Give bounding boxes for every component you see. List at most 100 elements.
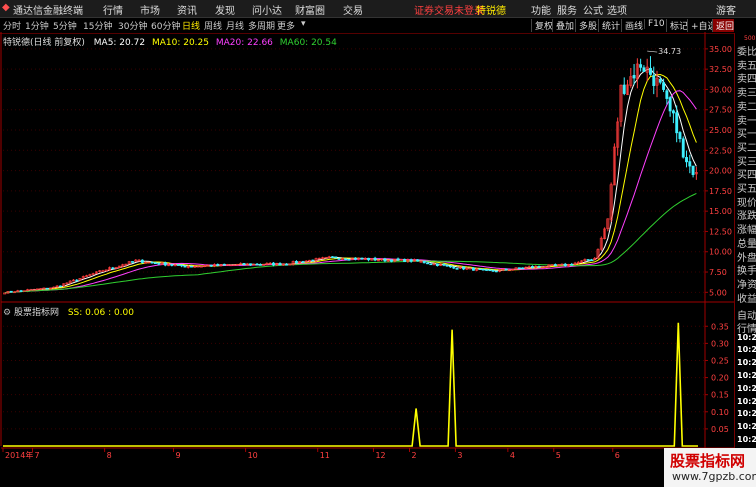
candle-body xyxy=(521,267,525,270)
candle-body xyxy=(442,264,446,266)
watermark: 股票指标网 www.7gpzb.com xyxy=(664,448,756,487)
indicator-tick-label: 0.20 xyxy=(711,374,729,383)
candle-body xyxy=(685,157,688,163)
candle-body xyxy=(183,265,187,268)
candle-body xyxy=(45,287,49,290)
side-lower-item-5: 10:26 xyxy=(737,371,756,380)
candle-body xyxy=(590,259,593,262)
candle-body xyxy=(353,257,357,260)
candle-body xyxy=(163,262,167,266)
candle-body xyxy=(301,261,305,263)
quote-side-panel: 500 委比 卖五 卖四 卖三 卖二 卖一 买一 买二 买三 买四 买五 现价 涨跌 涨幅 总量 外盘 换手 净资… xyxy=(734,33,756,457)
price-tick-label: 25.00 xyxy=(709,126,732,135)
side-item-18: 收益 xyxy=(737,293,756,305)
candle-body xyxy=(416,259,420,262)
side-lower-item-10: 10:26 xyxy=(737,435,756,444)
side-lower-item-6: 10:26 xyxy=(737,383,756,393)
candle-body xyxy=(563,263,567,266)
candle-body xyxy=(140,259,144,263)
candle-body xyxy=(435,263,439,267)
candle-body xyxy=(58,285,62,288)
candle-body xyxy=(3,292,7,295)
candle-body xyxy=(403,258,407,262)
side-lower-item-9: 10:26 xyxy=(737,422,756,432)
candle-body xyxy=(678,132,682,139)
price-tick-label: 32.50 xyxy=(709,65,732,74)
price-tick-label: 22.50 xyxy=(709,146,732,155)
candle-body xyxy=(681,138,685,158)
max-price-pointer xyxy=(647,50,658,53)
candle-body xyxy=(445,265,449,267)
candle-body xyxy=(360,257,364,260)
candle-body xyxy=(278,263,282,266)
side-top-label: 500 xyxy=(744,35,756,42)
candle-body xyxy=(691,165,695,175)
watermark-url: www.7gpzb.com xyxy=(672,470,756,483)
max-price-label: 34.73 xyxy=(658,47,681,56)
chart-canvas[interactable]: 5.007.5010.0012.5015.0017.5020.0022.5025… xyxy=(0,0,756,487)
side-lower-item-7: 10:26 xyxy=(737,396,756,406)
candle-body xyxy=(255,263,259,266)
candle-body xyxy=(153,262,157,265)
candle-body xyxy=(75,279,79,282)
candle-body xyxy=(494,270,498,273)
candle-body xyxy=(668,97,672,112)
candle-body xyxy=(294,261,298,264)
indicator-tick-label: 0.25 xyxy=(711,356,729,365)
candle-body xyxy=(19,290,23,292)
price-tick-label: 27.50 xyxy=(709,106,732,115)
candle-body xyxy=(665,90,669,99)
candle-body xyxy=(530,266,534,268)
price-tick-label: 17.50 xyxy=(709,187,732,196)
candle-body xyxy=(671,110,675,114)
candle-body xyxy=(190,265,193,268)
indicator-tick-label: 0.35 xyxy=(711,322,729,331)
candle-body xyxy=(455,268,459,270)
time-tick-label: 7 xyxy=(35,451,40,460)
candle-body xyxy=(347,259,351,261)
candle-body xyxy=(491,270,495,272)
candle-body xyxy=(222,263,226,266)
candle-body xyxy=(649,67,652,75)
candle-body xyxy=(462,266,466,270)
candle-body xyxy=(150,261,154,264)
candle-body xyxy=(242,263,246,266)
side-lower-item-3: 10:26 xyxy=(737,345,756,355)
candle-body xyxy=(452,266,456,269)
candle-body xyxy=(422,260,426,264)
time-tick-label: 2014年 xyxy=(5,450,33,460)
time-tick-label: 5 xyxy=(556,451,561,460)
price-tick-label: 7.50 xyxy=(709,268,727,277)
time-tick-label: 11 xyxy=(320,451,330,460)
side-lower-item-4: 10:26 xyxy=(737,358,756,368)
time-tick-label: 2 xyxy=(412,451,417,460)
indicator-ss-line xyxy=(3,322,698,447)
candle-body xyxy=(688,161,692,167)
candle-body xyxy=(383,258,387,262)
candle-body xyxy=(658,79,662,83)
candle-body xyxy=(537,266,541,268)
candle-body xyxy=(429,263,433,266)
price-tick-label: 15.00 xyxy=(709,207,732,216)
candle-body xyxy=(642,67,646,72)
time-tick-label: 4 xyxy=(510,451,515,460)
watermark-title: 股票指标网 xyxy=(670,452,746,470)
candle-body xyxy=(331,256,334,258)
candle-body xyxy=(170,264,174,266)
candle-body xyxy=(209,264,213,267)
price-tick-label: 20.00 xyxy=(709,167,732,176)
candle-body xyxy=(485,269,488,271)
candle-body xyxy=(675,112,679,134)
candle-body xyxy=(9,290,13,293)
candle-body xyxy=(481,268,485,271)
candle-body xyxy=(334,256,338,259)
candle-body xyxy=(488,269,492,272)
time-tick-label: 8 xyxy=(107,451,112,460)
candle-body xyxy=(553,264,557,266)
time-tick-label: 12 xyxy=(375,451,385,460)
candle-body xyxy=(176,264,180,266)
candle-body xyxy=(471,267,475,271)
candle-body xyxy=(426,262,429,265)
candle-body xyxy=(216,263,220,266)
candle-body xyxy=(373,257,377,261)
